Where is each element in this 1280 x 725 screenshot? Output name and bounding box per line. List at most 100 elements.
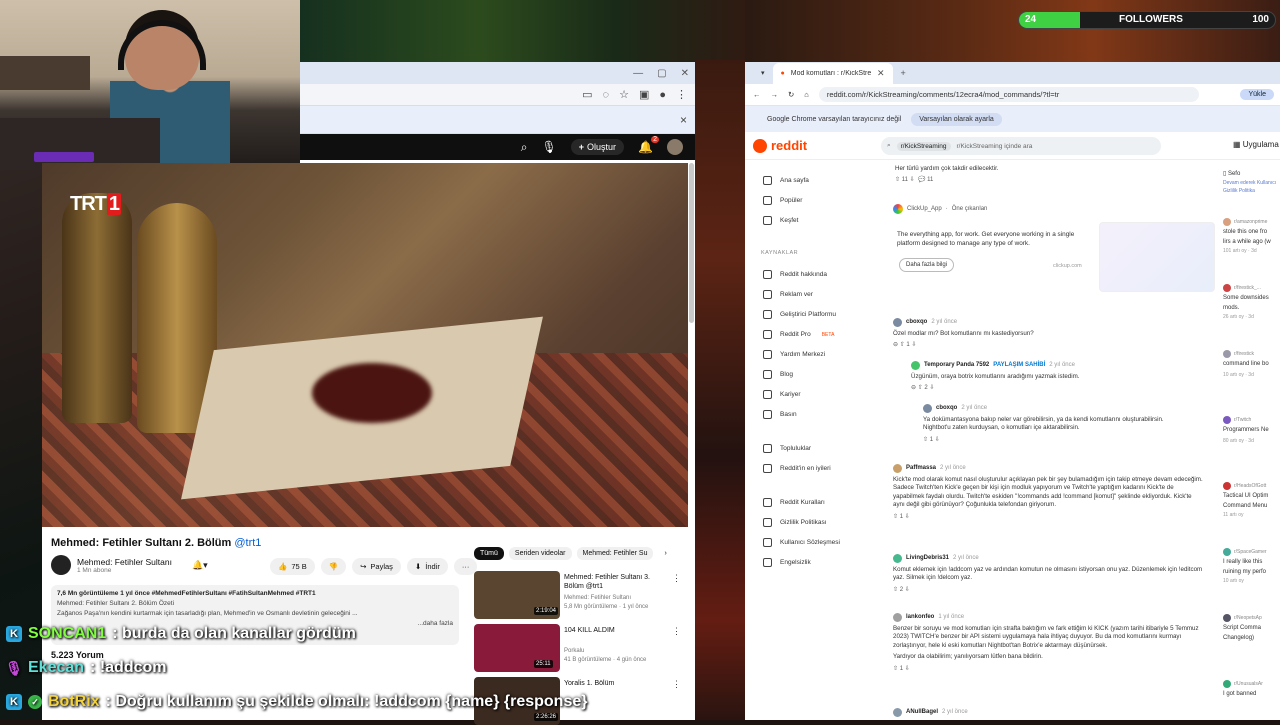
right-panel-sub[interactable]: r/SpaceGamer bbox=[1223, 548, 1280, 556]
more-vert-icon[interactable]: ⋮ bbox=[672, 626, 681, 637]
right-panel-sub[interactable]: r/amazonprime bbox=[1223, 218, 1280, 226]
sidebar-item-home[interactable]: Ana sayfa bbox=[763, 176, 809, 185]
comment-author[interactable]: cboxqo bbox=[936, 404, 957, 412]
ad-learn-more-button[interactable]: Daha fazla bilgi bbox=[899, 258, 955, 273]
home-icon[interactable]: ⌂ bbox=[804, 90, 809, 99]
reddit-logo[interactable]: reddit bbox=[753, 138, 807, 153]
get-app-button[interactable]: ▦ Uygulama bbox=[1233, 140, 1279, 149]
back-icon[interactable]: ← bbox=[753, 90, 761, 99]
ad-site[interactable]: clickup.com bbox=[1053, 262, 1082, 270]
sidebar-section-resources[interactable]: KAYNAKLAR bbox=[761, 250, 798, 256]
right-panel-sub[interactable]: r/HeadsOfGott bbox=[1223, 482, 1280, 490]
dislike-button[interactable]: 👎 bbox=[320, 558, 347, 575]
search-icon[interactable]: ⌕ bbox=[521, 140, 528, 155]
minimize-icon[interactable]: — bbox=[633, 68, 643, 79]
create-button[interactable]: + Oluştur bbox=[570, 139, 625, 155]
avatar[interactable] bbox=[893, 554, 902, 563]
channel-avatar[interactable] bbox=[51, 555, 71, 575]
more-vert-icon[interactable]: ⋮ bbox=[672, 573, 681, 584]
comment-author[interactable]: lankonfeo bbox=[906, 613, 934, 621]
download-button[interactable]: ⬇ İndir bbox=[406, 558, 448, 575]
video-player[interactable] bbox=[42, 163, 688, 527]
avatar[interactable] bbox=[911, 361, 920, 370]
right-panel-sub[interactable]: r/Twitch bbox=[1223, 416, 1280, 424]
eye-off-icon[interactable]: ◌ bbox=[603, 89, 610, 101]
mic-icon[interactable]: 🎙 bbox=[542, 140, 557, 154]
scrollbar[interactable] bbox=[689, 163, 694, 323]
sidebar-item-communities[interactable]: Topluluklar bbox=[763, 444, 811, 453]
collapse-icon[interactable]: ⊖ bbox=[911, 385, 916, 391]
sidebar-item-best[interactable]: Reddit'in en iyileri bbox=[763, 464, 831, 473]
avatar[interactable] bbox=[923, 404, 932, 413]
rec-tab-series[interactable]: Seriden videolar bbox=[508, 547, 572, 560]
recommended-video[interactable]: 2:19:04 Mehmed: Fetihler Sultanı 3. Bölü… bbox=[474, 571, 681, 619]
video-title-tag[interactable]: @trt1 bbox=[234, 537, 261, 549]
sidebar-item-pro[interactable]: Reddit Pro BETA bbox=[763, 330, 834, 339]
comment-author[interactable]: ANullBagel bbox=[906, 708, 938, 716]
right-panel-item[interactable]: r/Twitch Programmers Ne 80 artı oy · 3d bbox=[1223, 416, 1280, 445]
avatar[interactable] bbox=[667, 139, 683, 155]
infobar-close-icon[interactable]: × bbox=[680, 113, 687, 127]
extensions-icon[interactable]: ▣ bbox=[639, 88, 649, 101]
rec-title[interactable]: Mehmed: Fetihler Sultanı 3. Bölüm @trt1 bbox=[564, 573, 659, 591]
channel-name[interactable]: Mehmed: Fetihler Sultanı bbox=[77, 557, 172, 567]
right-panel-item[interactable]: r/firestick command line bo 10 artı oy · 3… bbox=[1223, 350, 1280, 379]
sidebar-item-rules[interactable]: Reddit Kuralları bbox=[763, 498, 825, 507]
comment-author[interactable]: Temporary Panda 7592 bbox=[924, 361, 989, 369]
menu-icon[interactable]: ⋮ bbox=[676, 88, 687, 101]
avatar[interactable] bbox=[893, 318, 902, 327]
sidebar-item-about[interactable]: Reddit hakkında bbox=[763, 270, 827, 279]
right-panel-item[interactable]: r/UnusualsAr I got banned bbox=[1223, 680, 1280, 701]
ad-image[interactable] bbox=[1099, 222, 1215, 292]
upvote-icon[interactable]: ⇧ bbox=[895, 177, 900, 183]
like-button[interactable]: 👍 75 B bbox=[270, 558, 315, 575]
update-button[interactable]: Yükle bbox=[1240, 89, 1274, 100]
tab-list-icon[interactable]: ▾ bbox=[761, 69, 765, 77]
sidebar-item-careers[interactable]: Kariyer bbox=[763, 390, 801, 399]
notifications-bell-icon[interactable]: 🔔 2 bbox=[638, 136, 659, 154]
rec-title[interactable]: Yoralis 1. Bölüm bbox=[564, 679, 659, 688]
rec-tab-mehmed[interactable]: Mehmed: Fetihler Su bbox=[576, 547, 654, 560]
sidebar-item-privacy[interactable]: Gizlilik Politikası bbox=[763, 518, 827, 527]
browser-tab[interactable]: ● Mod komutları : r/KickStreaming ✕ bbox=[772, 62, 893, 84]
right-panel-sub[interactable]: r/firestick_... bbox=[1223, 284, 1280, 292]
collapse-icon[interactable]: ⊖ bbox=[893, 342, 898, 348]
comment-author[interactable]: Paffmassa bbox=[906, 464, 936, 472]
right-panel-item[interactable]: r/SpaceGamer I really like this ruining my… bbox=[1223, 548, 1280, 585]
comment-author[interactable]: LivingDebris31 bbox=[906, 554, 949, 562]
comment-icon[interactable]: 💬 bbox=[918, 177, 925, 183]
search-subreddit-chip[interactable]: r/KickStreaming bbox=[896, 141, 951, 151]
right-panel-item[interactable]: r/firestick_... Some downsides mods. 26 art… bbox=[1223, 284, 1280, 321]
new-tab-icon[interactable]: + bbox=[901, 68, 906, 78]
comment-author[interactable]: cboxqo bbox=[906, 318, 927, 326]
bell-icon[interactable]: 🔔▾ bbox=[192, 560, 208, 571]
forward-icon[interactable]: → bbox=[771, 90, 779, 99]
rec-title[interactable]: 104 KILL ALDIM bbox=[564, 626, 659, 635]
sidebar-item-explore[interactable]: Keşfet bbox=[763, 216, 798, 225]
avatar[interactable] bbox=[893, 613, 902, 622]
reload-icon[interactable]: ↻ bbox=[788, 90, 794, 99]
sidebar-item-popular[interactable]: Popüler bbox=[763, 196, 802, 205]
avatar[interactable] bbox=[893, 708, 902, 717]
close-icon[interactable]: ✕ bbox=[681, 68, 689, 79]
rec-channel[interactable]: Porkalu bbox=[564, 648, 584, 654]
right-panel-item[interactable]: r/amazonprime stole this one fro lirs a wh… bbox=[1223, 218, 1280, 255]
downvote-icon[interactable]: ⇩ bbox=[910, 177, 915, 183]
sidebar-item-blog[interactable]: Blog bbox=[763, 370, 793, 379]
right-panel-item[interactable]: r/NeopetsAp Script Comma Changelog) bbox=[1223, 614, 1280, 643]
sidebar-item-accessibility[interactable]: Engelsizlik bbox=[763, 558, 811, 567]
sidebar-item-dev[interactable]: Geliştirici Platformu bbox=[763, 310, 836, 319]
profile-icon[interactable]: ● bbox=[659, 89, 666, 101]
cast-icon[interactable]: ▭ bbox=[582, 88, 592, 101]
right-panel-sub[interactable]: r/firestick bbox=[1223, 350, 1280, 358]
tab-close-icon[interactable]: ✕ bbox=[877, 68, 885, 79]
right-panel-sub[interactable]: r/UnusualsAr bbox=[1223, 680, 1280, 688]
ad-name[interactable]: ClickUp_App bbox=[907, 205, 942, 213]
right-panel-sub[interactable]: r/NeopetsAp bbox=[1223, 614, 1280, 622]
right-panel-item[interactable]: r/HeadsOfGott Tactical UI Optim Command Me… bbox=[1223, 482, 1280, 519]
set-default-button[interactable]: Varsayılan olarak ayarla bbox=[911, 112, 1002, 126]
rec-channel[interactable]: Mehmed: Fetihler Sultanı bbox=[564, 595, 631, 601]
star-icon[interactable]: ☆ bbox=[619, 88, 629, 101]
sidebar-item-terms[interactable]: Kullanıcı Sözleşmesi bbox=[763, 538, 840, 547]
rec-tab-all[interactable]: Tümü bbox=[474, 547, 504, 560]
